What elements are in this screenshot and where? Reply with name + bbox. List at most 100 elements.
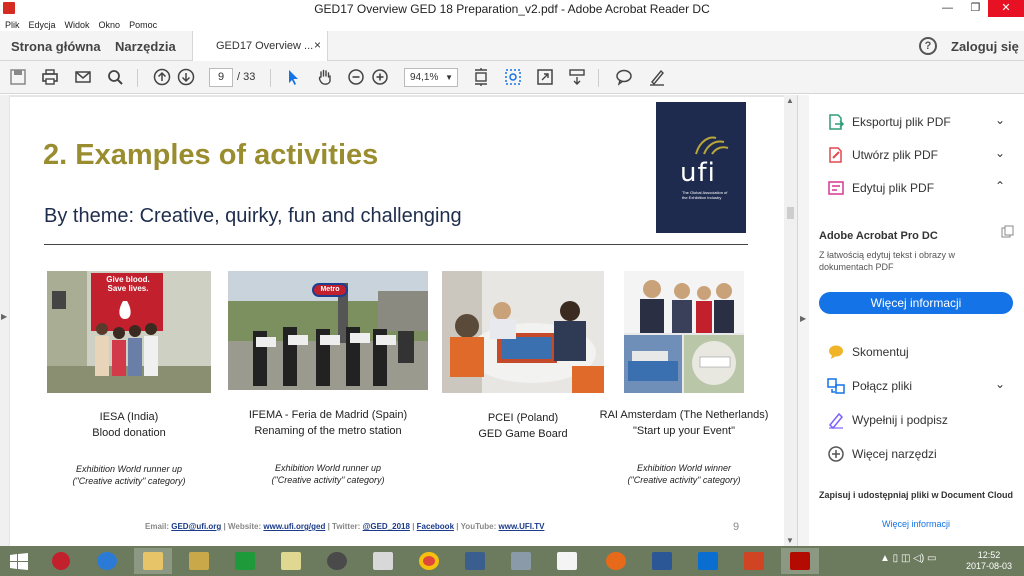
tool-comment[interactable]: Skomentuj [827,343,1017,361]
scroll-down-icon[interactable]: ▼ [786,536,794,545]
tool-label: Skomentuj [852,345,909,359]
slide-subtitle: By theme: Creative, quirky, fun and chal… [44,205,462,227]
slide-footer: Email: GED@ufi.org | Website: www.ufi.or… [145,522,544,531]
sign-in-button[interactable]: Zaloguj się [951,39,1019,54]
footer-twitter-link[interactable]: @GED_2018 [363,522,410,531]
menu-edit[interactable]: Edycja [24,19,60,30]
taskbar-power-app[interactable] [42,548,80,574]
select-cursor-icon[interactable] [283,67,303,87]
taskbar-firefox[interactable] [597,548,635,574]
add-circle-icon [828,446,844,462]
close-window-button[interactable]: ✕ [988,0,1024,17]
minimize-button[interactable]: — [934,0,961,17]
hand-tool-icon[interactable] [315,67,335,87]
comment-icon[interactable] [614,67,634,87]
footer-facebook-link[interactable]: Facebook [417,522,454,531]
tool-more-tools[interactable]: Więcej narzędzi [827,445,1017,463]
tool-create-pdf[interactable]: Utwórz plik PDF ⌄ [827,146,1017,164]
taskbar-notepad[interactable] [548,548,586,574]
taskbar-file-explorer[interactable] [134,548,172,574]
footer-email-link[interactable]: GED@ufi.org [171,522,221,531]
tab-document-label: GED17 Overview ... [216,40,314,52]
print-icon[interactable] [40,67,60,87]
help-icon[interactable]: ? [919,37,937,55]
tool-combine-files[interactable]: Połącz pliki ⌄ [827,377,1017,395]
award-category: ("Creative activity" category) [72,476,186,486]
zoom-level-value: 94,1% [410,72,439,83]
system-tray-icons[interactable]: ▲ ▯ ◫ ◁) ▭ [880,553,936,564]
taskbar-powerpoint[interactable] [735,548,773,574]
tab-home[interactable]: Strona główna [11,39,101,54]
award-rai: Exhibition World winner ("Creative activ… [612,462,756,486]
chrome-icon [419,552,439,570]
zoom-out-icon[interactable] [346,67,366,87]
highlight-pen-icon[interactable] [647,67,667,87]
tab-tools[interactable]: Narzędzia [115,39,176,54]
chevron-down-icon[interactable]: ⌄ [995,113,1005,127]
close-tab-icon[interactable]: × [314,38,321,52]
taskbar-word[interactable] [643,548,681,574]
firefox-icon [606,552,626,570]
menu-window[interactable]: Okno [94,19,125,30]
taskbar-app-8[interactable] [364,548,402,574]
scrollbar-thumb[interactable] [787,207,794,219]
photo-iesa-blood-donation: Give blood. Save lives. [47,271,211,393]
save-icon[interactable] [8,67,28,87]
email-icon[interactable] [73,67,93,87]
more-info-button[interactable]: Więcej informacji [819,292,1013,314]
fit-page-icon[interactable] [471,67,491,87]
maximize-button[interactable]: ❐ [962,0,989,17]
caption-activity: GED Game Board [478,428,568,440]
system-clock[interactable]: 12:52 2017-08-03 [966,550,1012,572]
cloud-more-info-link[interactable]: Więcej informacji [819,519,1013,529]
copy-icon[interactable] [1001,225,1015,239]
right-panel-toggle[interactable]: ▶ [797,95,809,546]
taskbar-app-10[interactable] [456,548,494,574]
zoom-in-icon[interactable] [370,67,390,87]
window-title: GED17 Overview GED 18 Preparation_v2.pdf… [314,2,710,16]
footer-youtube-link[interactable]: www.UFI.TV [499,522,545,531]
next-page-icon[interactable] [176,67,196,87]
full-screen-icon[interactable] [535,67,555,87]
tab-document[interactable]: GED17 Overview ... × [192,31,328,61]
menu-help[interactable]: Pomoc [124,19,161,30]
tab-bar: Strona główna Narzędzia GED17 Overview .… [0,31,1024,61]
caption-ifema: IFEMA - Feria de Madrid (Spain) Renaming… [232,407,424,439]
menu-view[interactable]: Widok [60,19,94,30]
tool-edit-pdf[interactable]: Edytuj plik PDF ⌃ [827,179,1017,197]
chevron-down-icon: ▼ [445,73,453,82]
page-number-input[interactable]: 9 [209,68,233,87]
zoom-level-select[interactable]: 94,1% ▼ [404,68,458,87]
taskbar-media-player[interactable] [318,548,356,574]
taskbar-chrome[interactable] [410,548,448,574]
menu-file[interactable]: Plik [0,19,24,30]
left-panel-toggle[interactable]: ▶ [0,95,9,546]
previous-page-icon[interactable] [152,67,172,87]
slide-title: 2. Examples of activities [43,139,379,171]
chevron-up-icon[interactable]: ⌃ [995,179,1005,193]
comment-icon [829,345,843,359]
taskbar-app-4[interactable] [180,548,218,574]
footer-website-link[interactable]: www.ufi.org/ged [263,522,325,531]
taskbar-app-6[interactable] [272,548,310,574]
start-button[interactable] [0,548,38,574]
tool-export-pdf[interactable]: Eksportuj plik PDF ⌄ [827,113,1017,131]
expand-left-icon: ▶ [1,312,8,321]
tool-fill-sign[interactable]: Wypełnij i podpisz [827,411,1017,429]
chevron-down-icon[interactable]: ⌄ [995,377,1005,391]
scroll-mode-icon[interactable] [567,67,587,87]
app-icon [281,552,301,570]
page-total: / 33 [237,71,256,83]
vertical-scrollbar[interactable]: ▲ ▼ [784,95,797,546]
taskbar-internet-explorer[interactable] [88,548,126,574]
taskbar-app-11[interactable] [502,548,540,574]
taskbar-store[interactable] [226,548,264,574]
menu-bar: Plik Edycja Widok Okno Pomoc [0,17,1024,31]
marquee-zoom-icon[interactable] [503,67,523,87]
chevron-down-icon[interactable]: ⌄ [995,146,1005,160]
taskbar-outlook[interactable] [689,548,727,574]
search-icon[interactable] [105,67,125,87]
scroll-up-icon[interactable]: ▲ [786,96,794,105]
taskbar-acrobat[interactable] [781,548,819,574]
store-icon [235,552,255,570]
